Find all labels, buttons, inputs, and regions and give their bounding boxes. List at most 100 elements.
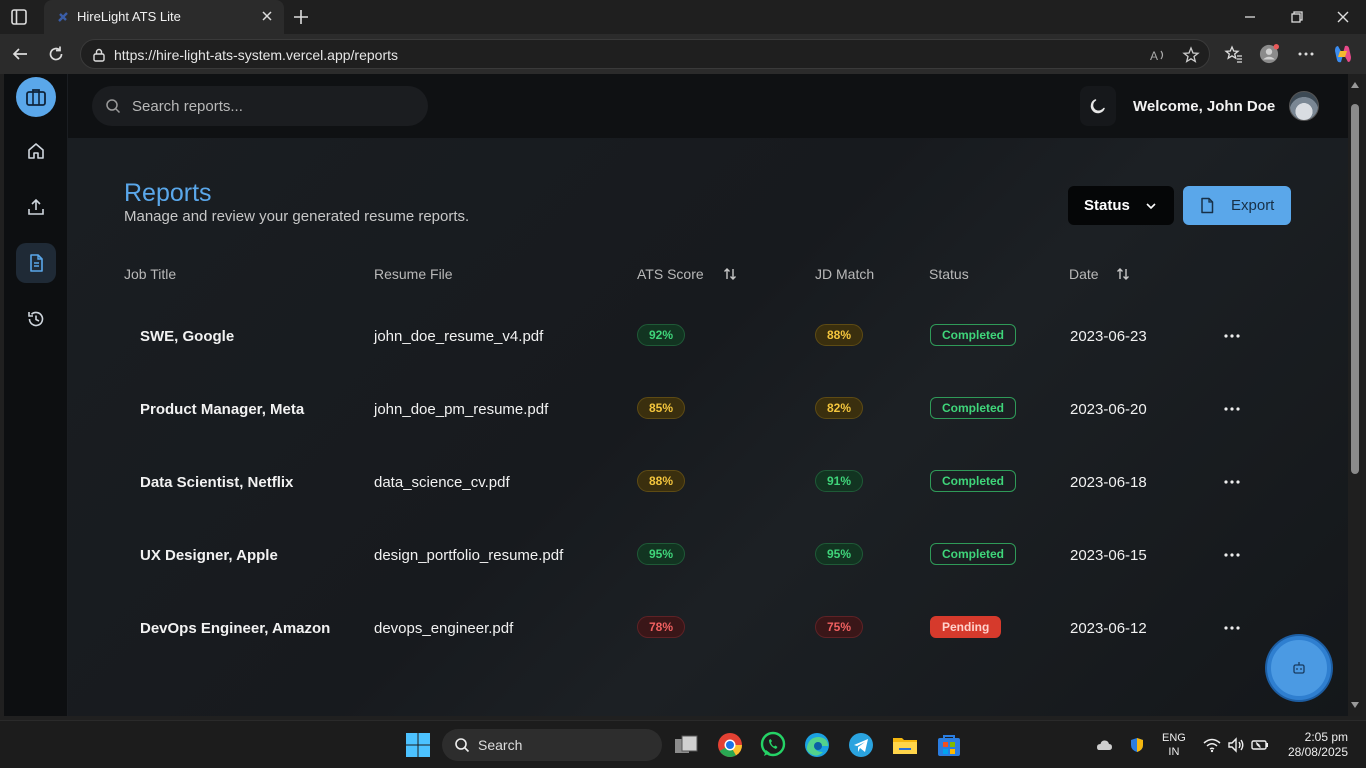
sidebar-item-reports[interactable] [16,243,56,283]
date-cell: 2023-06-23 [1070,328,1147,345]
header-jd-match: JD Match [815,266,875,282]
close-tab-icon[interactable] [260,9,274,23]
copilot-icon[interactable] [1332,43,1354,65]
welcome-text: Welcome, John Doe [1133,98,1276,115]
close-window-icon[interactable] [1335,9,1351,25]
clock-date: 28/08/2025 [1287,745,1348,759]
row-actions-icon[interactable] [1222,399,1242,419]
header-resume-file: Resume File [374,266,453,282]
scroll-up-icon[interactable] [1350,80,1360,90]
header-ats-score[interactable]: ATS Score [637,266,704,282]
table-row[interactable]: UX Designer, Apple design_portfolio_resu… [124,519,1274,592]
minimize-icon[interactable] [1242,9,1258,25]
more-options-icon[interactable] [1296,44,1316,64]
row-actions-icon[interactable] [1222,618,1242,638]
svg-text:A: A [1150,49,1158,63]
job-title-cell: Product Manager, Meta [140,401,305,418]
app-logo[interactable] [16,77,56,117]
new-tab-icon[interactable] [292,8,310,26]
ats-score-badge: 85% [637,397,686,419]
scrollbar-thumb[interactable] [1351,104,1359,474]
refresh-icon[interactable] [46,44,66,64]
favorite-star-icon[interactable] [1182,46,1200,64]
sidebar-item-upload[interactable] [16,187,56,227]
job-title-cell: Data Scientist, Netflix [140,474,294,491]
table-row[interactable]: DevOps Engineer, Amazon devops_engineer.… [124,592,1274,665]
row-actions-icon[interactable] [1222,326,1242,346]
page-scrollbar[interactable] [1348,74,1362,716]
search-box[interactable] [92,86,428,126]
lock-icon[interactable] [91,47,107,63]
row-actions-icon[interactable] [1222,545,1242,565]
browser-tab-active[interactable]: HireLight ATS Lite [44,0,284,34]
favorites-icon[interactable] [1224,44,1244,64]
sidebar-item-home[interactable] [16,131,56,171]
search-icon [455,738,470,753]
avatar[interactable] [1289,91,1319,121]
header-job-title: Job Title [124,266,177,282]
table-row[interactable]: Product Manager, Meta john_doe_pm_resume… [124,373,1274,446]
restore-icon[interactable] [1289,9,1305,25]
security-shield-icon[interactable] [1128,737,1146,753]
os-taskbar: Search ENG IN 2:05 pm 28/08/2025 [0,720,1366,768]
taskbar-search[interactable]: Search [442,729,662,761]
onedrive-sync-icon[interactable] [1095,737,1113,753]
ats-score-badge: 95% [637,543,686,565]
chat-assistant-button[interactable] [1267,636,1331,700]
resume-file-cell: data_science_cv.pdf [374,474,510,491]
ats-score-badge: 88% [637,470,686,492]
edge-icon[interactable] [803,731,831,759]
upload-icon [28,198,44,215]
search-input[interactable] [132,86,412,126]
search-icon [106,99,121,114]
reports-content: Reports Manage and review your generated… [68,138,1348,716]
moon-icon [1090,99,1105,114]
table-row[interactable]: SWE, Google john_doe_resume_v4.pdf 92% 8… [124,300,1274,373]
tab-title: HireLight ATS Lite [77,9,181,24]
read-aloud-icon[interactable]: A [1149,46,1167,64]
status-badge: Completed [930,397,1017,419]
header-date[interactable]: Date [1069,266,1099,282]
sort-date-icon[interactable] [1115,266,1131,282]
system-clock[interactable]: 2:05 pm 28/08/2025 [1280,730,1348,760]
url-text[interactable]: https://hire-light-ats-system.vercel.app… [114,47,398,63]
table-row[interactable]: Data Scientist, Netflix data_science_cv.… [124,446,1274,519]
robot-icon [1293,662,1305,674]
jd-match-badge: 82% [815,397,864,419]
microsoft-store-icon[interactable] [935,731,963,759]
telegram-icon[interactable] [847,731,875,759]
file-icon [1201,197,1214,214]
row-actions-icon[interactable] [1222,472,1242,492]
browser-titlebar: HireLight ATS Lite [0,0,1366,34]
status-filter-dropdown[interactable]: Status [1068,186,1174,225]
sort-ats-icon[interactable] [722,266,738,282]
resume-file-cell: john_doe_pm_resume.pdf [374,401,549,418]
scroll-down-icon[interactable] [1350,700,1360,710]
windows-start-icon[interactable] [404,731,432,759]
profile-icon[interactable] [1259,44,1279,64]
sidebar-item-history[interactable] [16,299,56,339]
back-icon[interactable] [10,44,30,64]
file-explorer-icon[interactable] [891,731,919,759]
task-view-icon[interactable] [672,731,700,759]
language-indicator[interactable]: ENG IN [1162,731,1186,759]
status-badge: Completed [930,543,1017,565]
battery-icon[interactable] [1251,737,1269,753]
theme-toggle-button[interactable] [1080,86,1116,126]
sidebar [4,74,68,716]
page-subtitle: Manage and review your generated resume … [124,208,470,225]
home-icon [28,143,44,159]
report-document-icon [30,254,43,272]
tab-actions-icon[interactable] [10,8,28,26]
jd-match-badge: 95% [815,543,864,565]
whatsapp-icon[interactable] [759,731,787,759]
header-status: Status [929,266,969,282]
region-code: IN [1168,746,1180,758]
volume-icon[interactable] [1227,737,1245,753]
chrome-icon[interactable] [716,731,744,759]
web-page: Welcome, John Doe Reports Manage and rev… [4,74,1348,716]
date-cell: 2023-06-18 [1070,474,1147,491]
address-field[interactable]: https://hire-light-ats-system.vercel.app… [80,39,1210,69]
export-button[interactable]: Export [1183,186,1291,225]
wifi-icon[interactable] [1203,737,1221,753]
